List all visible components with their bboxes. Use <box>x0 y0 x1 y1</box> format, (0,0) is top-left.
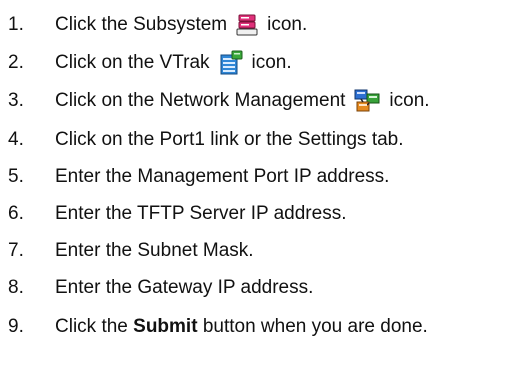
step-number: 2. <box>8 52 24 73</box>
step-text-before: Click on the VTrak <box>55 52 210 73</box>
step-text: Enter the Gateway IP address. <box>55 277 314 298</box>
step-text-before: Click on the Network Management <box>55 90 346 111</box>
step-number: 8. <box>8 277 24 298</box>
step-text: Enter the TFTP Server IP address. <box>55 203 347 224</box>
step-text-before: Click the <box>55 316 128 337</box>
step-number: 9. <box>8 316 24 337</box>
step-text: Click on the Network Management icon. <box>55 88 430 114</box>
step-number: 7. <box>8 240 24 261</box>
step-number: 6. <box>8 203 24 224</box>
subsystem-icon <box>235 13 259 37</box>
instruction-steps: 1. Click the Subsystem icon. 2. Click on… <box>0 0 528 383</box>
step-text-after: icon. <box>251 52 292 73</box>
step-text-before: Click the Subsystem <box>55 14 228 35</box>
step-number: 3. <box>8 90 24 111</box>
step-text: Click the Submit button when you are don… <box>55 316 428 338</box>
step-number: 4. <box>8 129 24 150</box>
step-text: Enter the Subnet Mask. <box>55 240 254 261</box>
step-text-after: icon. <box>389 90 430 111</box>
step-text-after: button when you are done. <box>202 316 428 337</box>
step-text-after: icon. <box>267 14 308 35</box>
step-text: Click on the Port1 link or the Settings … <box>55 129 404 150</box>
step-text: Click the Subsystem icon. <box>55 13 307 37</box>
step-number: 5. <box>8 166 24 187</box>
network-management-icon <box>353 88 381 114</box>
step-number: 1. <box>8 14 24 35</box>
vtrak-icon <box>218 50 244 76</box>
step-text: Click on the VTrak icon. <box>55 50 292 76</box>
step-text: Enter the Management Port IP address. <box>55 166 390 187</box>
submit-button-label: Submit <box>133 316 198 337</box>
